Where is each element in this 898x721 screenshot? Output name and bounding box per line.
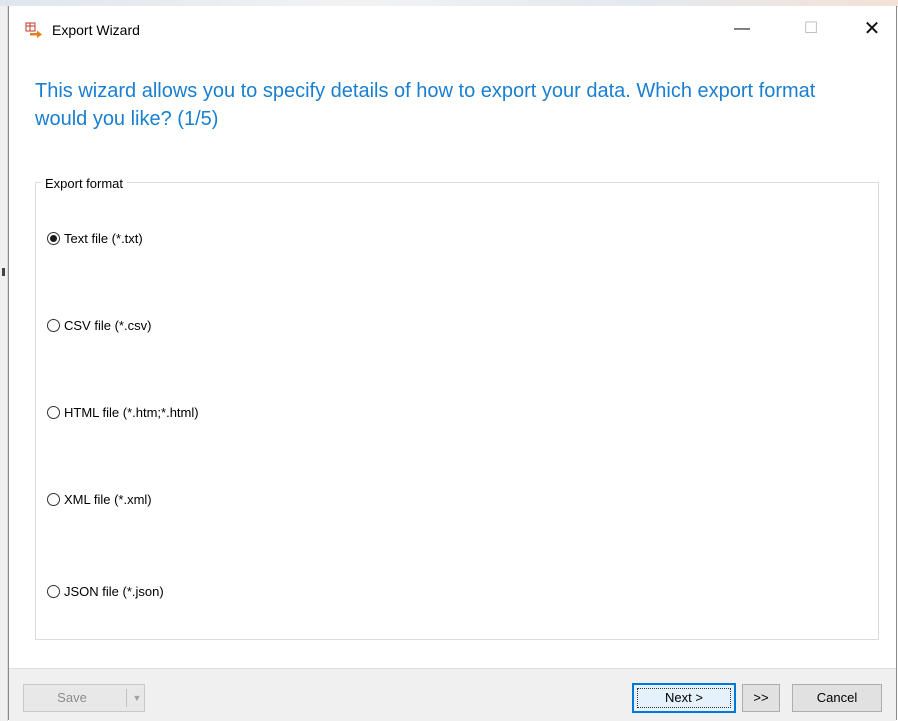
close-button[interactable]: ✕ [849,14,895,44]
export-wizard-window: Export Wizard — ☐ ✕ This wizard allows y… [8,6,897,721]
radio-label: XML file (*.xml) [64,491,152,507]
radio-label: HTML file (*.htm;*.html) [64,404,199,420]
next-button[interactable]: Next > [632,683,736,713]
window-title: Export Wizard [52,22,140,38]
minimize-button[interactable]: — [719,14,765,44]
dropdown-caret-icon[interactable]: ▼ [130,685,144,711]
skip-to-end-button[interactable]: >> [742,684,780,712]
radio-csv-file[interactable]: CSV file (*.csv) [47,316,151,334]
radio-label: Text file (*.txt) [64,230,143,246]
background-window-edge [0,6,8,721]
maximize-button[interactable]: ☐ [788,14,834,44]
radio-label: CSV file (*.csv) [64,317,152,333]
radio-button[interactable] [47,405,60,419]
radio-label: JSON file (*.json) [64,583,164,599]
save-button-label: Save [57,690,87,705]
export-format-legend: Export format [41,176,128,191]
radio-button[interactable] [47,492,60,506]
radio-xml-file[interactable]: XML file (*.xml) [47,490,152,508]
title-bar[interactable]: Export Wizard — ☐ ✕ [9,6,896,50]
radio-button[interactable] [47,318,60,332]
save-split-button[interactable]: Save ▼ [23,684,145,712]
focus-rectangle [637,688,731,708]
radio-button-checked[interactable] [47,231,60,245]
radio-text-file[interactable]: Text file (*.txt) [47,229,143,247]
cancel-button[interactable]: Cancel [792,684,882,712]
radio-button[interactable] [47,584,60,598]
split-divider [126,689,127,707]
wizard-footer: Save ▼ Next > >> Cancel [9,668,896,721]
radio-json-file[interactable]: JSON file (*.json) [47,582,164,600]
export-wizard-app-icon [25,22,43,38]
edge-marker [2,268,5,276]
radio-html-file[interactable]: HTML file (*.htm;*.html) [47,403,199,421]
wizard-heading: This wizard allows you to specify detail… [35,80,816,130]
